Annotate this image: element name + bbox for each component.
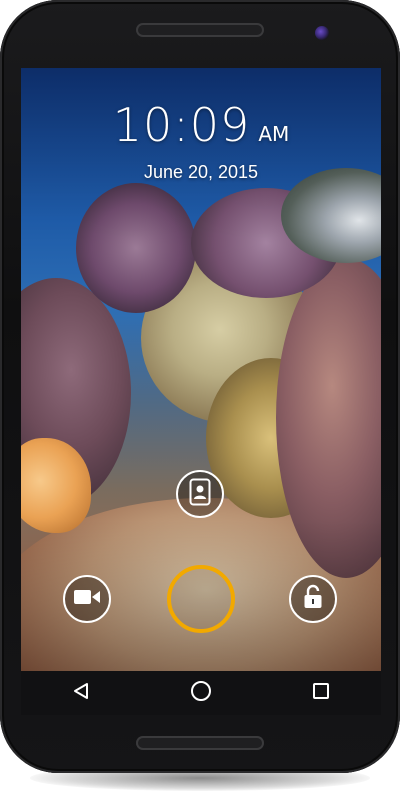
back-button[interactable] [56,671,106,715]
back-triangle-icon [72,682,90,705]
navigation-bar [21,671,381,715]
contact-card-icon [189,478,211,511]
top-speaker-grille [136,23,264,37]
owner-info-button[interactable] [176,470,224,518]
recents-button[interactable] [296,671,346,715]
video-camera-icon [73,588,101,611]
clock-time: 10:09 [112,98,251,152]
camera-shortcut-button[interactable] [63,575,111,623]
date-label: June 20, 2015 [143,162,259,182]
unlock-ring[interactable] [167,565,235,633]
unlock-padlock-icon [303,584,323,615]
unlock-button[interactable] [289,575,337,623]
clock-ampm: AM [258,122,290,146]
recents-square-icon [312,682,330,705]
bottom-speaker-grille [136,736,264,750]
lock-screen: 10:09 AM June 20, 2015 [21,68,381,671]
clock: 10:09 AM [21,98,381,152]
front-camera [315,26,329,40]
home-circle-icon [190,680,212,707]
home-button[interactable] [176,671,226,715]
phone-frame: 10:09 AM June 20, 2015 [0,0,400,773]
